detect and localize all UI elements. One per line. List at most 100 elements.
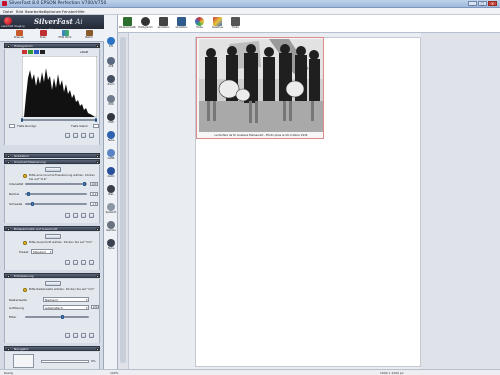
- maximize-button[interactable]: □: [478, 1, 487, 6]
- navigator-section: 0%: [4, 352, 100, 369]
- menu-item-image[interactable]: Bild: [16, 9, 23, 14]
- section-option-button[interactable]: [65, 260, 70, 265]
- section-option-button[interactable]: [73, 213, 78, 218]
- navigator-thumbnail[interactable]: [13, 354, 34, 368]
- silverfast-logo-icon: [4, 17, 12, 25]
- aaco-tool[interactable]: AACO: [105, 167, 117, 181]
- scanned-photo-frame[interactable]: La fanfare de M. Gustave Marsaudot - Pho…: [196, 37, 324, 139]
- filter-thumb[interactable]: [61, 315, 64, 319]
- section-option-button[interactable]: [65, 133, 70, 138]
- magnifier-icon: [107, 57, 115, 65]
- section-option-button[interactable]: [81, 260, 86, 265]
- radius-slider[interactable]: [25, 193, 87, 195]
- section-option-button[interactable]: [73, 133, 78, 138]
- descreen-hint: Bitte Rasterweite wählen. Klicken Sie au…: [29, 287, 95, 291]
- section-option-button[interactable]: [65, 333, 70, 338]
- auto-crop-mode-button[interactable]: [45, 234, 61, 239]
- red-channel-icon[interactable]: [22, 50, 27, 54]
- intensity-label: Intensität: [9, 182, 24, 186]
- screen-select[interactable]: Niemand: [43, 297, 89, 302]
- resolution-value[interactable]: 120: [91, 305, 99, 309]
- info-tool[interactable]: Info: [105, 37, 117, 51]
- threshold-thumb[interactable]: [31, 202, 34, 206]
- status-bar: Ready 100% 1600 x 1200 px: [0, 369, 500, 375]
- sharpen-mode-button[interactable]: [45, 167, 61, 172]
- gane-icon: [107, 149, 115, 157]
- descreen-section-header[interactable]: Entrasterung: [4, 273, 100, 278]
- section-option-button[interactable]: [65, 213, 70, 218]
- section-option-button[interactable]: [81, 213, 86, 218]
- highlight-handle[interactable]: [95, 118, 97, 122]
- section-option-button[interactable]: [89, 213, 94, 218]
- threshold-slider[interactable]: [25, 203, 87, 205]
- shadow-handle[interactable]: [21, 118, 23, 122]
- hdr-tool[interactable]: HDR: [105, 95, 117, 109]
- bias-tool[interactable]: Bias: [105, 185, 117, 199]
- spot-removal-tool[interactable]: Spotentf.: [105, 203, 117, 217]
- usm-tool[interactable]: USM: [105, 113, 117, 127]
- toolbar-button-global-color[interactable]: Farbe: [191, 16, 208, 32]
- threshold-value[interactable]: 1.5: [90, 202, 98, 206]
- intensity-slider[interactable]: [25, 183, 87, 185]
- color-picker-icon: [107, 239, 115, 247]
- toolbar-button-curves[interactable]: Gradation: [173, 16, 190, 32]
- histogram-section-header[interactable]: Histogramm: [4, 43, 100, 48]
- toolbar-button-gradation[interactable]: Gradation: [155, 16, 172, 32]
- radius-value[interactable]: 0.2: [90, 192, 98, 196]
- brand-sub: LaserSoft Imaging: [1, 25, 25, 28]
- close-section-icon: [96, 274, 99, 278]
- sharpen-section-header[interactable]: Unscharf-Maskierung: [4, 159, 100, 164]
- preset-select[interactable]: Standard: [31, 249, 53, 254]
- shadow-value[interactable]: [9, 124, 15, 128]
- gane-tool[interactable]: GANE: [105, 149, 117, 163]
- highlight-value[interactable]: [93, 124, 99, 128]
- auto-crop-section-header[interactable]: Bildautomatik auf Ausschnitt: [4, 226, 100, 231]
- workspace-margin: [421, 33, 500, 369]
- vertical-scrollbar[interactable]: [118, 33, 129, 369]
- section-option-button[interactable]: [89, 333, 94, 338]
- resolution-select[interactable]: Automatisch: [43, 305, 89, 310]
- scan-button[interactable]: Scan: [36, 30, 50, 41]
- descreen-mode-button[interactable]: [45, 281, 61, 286]
- prescan-button[interactable]: Prescan: [12, 30, 26, 41]
- sharpen-hint: Bitte eine Unscharfmaskierung wählen. Kl…: [29, 173, 95, 181]
- color-tool[interactable]: Farbe: [105, 131, 117, 145]
- batch-button[interactable]: Batch: [82, 30, 96, 41]
- close-section-icon: [96, 44, 99, 48]
- navigator-section-header[interactable]: Navigator: [4, 346, 100, 351]
- section-option-button[interactable]: [89, 260, 94, 265]
- gamma-tool[interactable]: Gamma: [105, 221, 117, 235]
- section-option-button[interactable]: [81, 333, 86, 338]
- section-option-button[interactable]: [73, 333, 78, 338]
- menu-item-options[interactable]: Optionen: [44, 9, 61, 14]
- zoom-tool[interactable]: Zoom: [105, 75, 117, 89]
- blue-channel-icon[interactable]: [34, 50, 39, 54]
- green-channel-icon[interactable]: [28, 50, 33, 54]
- intensity-value[interactable]: 100: [90, 182, 98, 186]
- toolbar-button-histogram[interactable]: Histogramm: [137, 16, 154, 32]
- toolbar-button-selective-color[interactable]: Selektive: [209, 16, 226, 32]
- section-option-button[interactable]: [89, 133, 94, 138]
- auto-crop-section: Bitte Ausschnitt wählen. Klicken Sie auf…: [4, 232, 100, 270]
- scrollbar-thumb[interactable]: [120, 37, 126, 363]
- menu-item-file[interactable]: Datei: [3, 9, 13, 14]
- minimize-button[interactable]: _: [468, 1, 477, 6]
- color-picker-tool[interactable]: Farbe: [105, 239, 117, 253]
- histogram-range-track[interactable]: [22, 119, 97, 121]
- gradation-section-header[interactable]: Gradation: [4, 153, 100, 158]
- toolbar-button-grain[interactable]: Farbe: [227, 16, 244, 32]
- menu-item-edit[interactable]: Bearbeiten: [25, 9, 46, 14]
- gray-channel-icon[interactable]: [40, 50, 45, 54]
- section-option-button[interactable]: [81, 133, 86, 138]
- radius-thumb[interactable]: [27, 192, 30, 196]
- close-button[interactable]: x: [488, 1, 497, 6]
- section-option-button[interactable]: [73, 260, 78, 265]
- filter-slider[interactable]: [25, 316, 89, 318]
- hdr-work-button[interactable]: HDR Work: [58, 30, 72, 41]
- menu-item-window[interactable]: Fenster: [62, 9, 76, 14]
- acr-tool[interactable]: ACR: [105, 57, 117, 71]
- toolbar-button-auto[interactable]: Bildautomatik: [119, 16, 136, 32]
- menu-item-help[interactable]: Hilfe: [76, 9, 85, 14]
- intensity-thumb[interactable]: [83, 182, 86, 186]
- histogram-section: sRGB Tiefe Rundgr. Tiefe Glanz: [4, 49, 100, 145]
